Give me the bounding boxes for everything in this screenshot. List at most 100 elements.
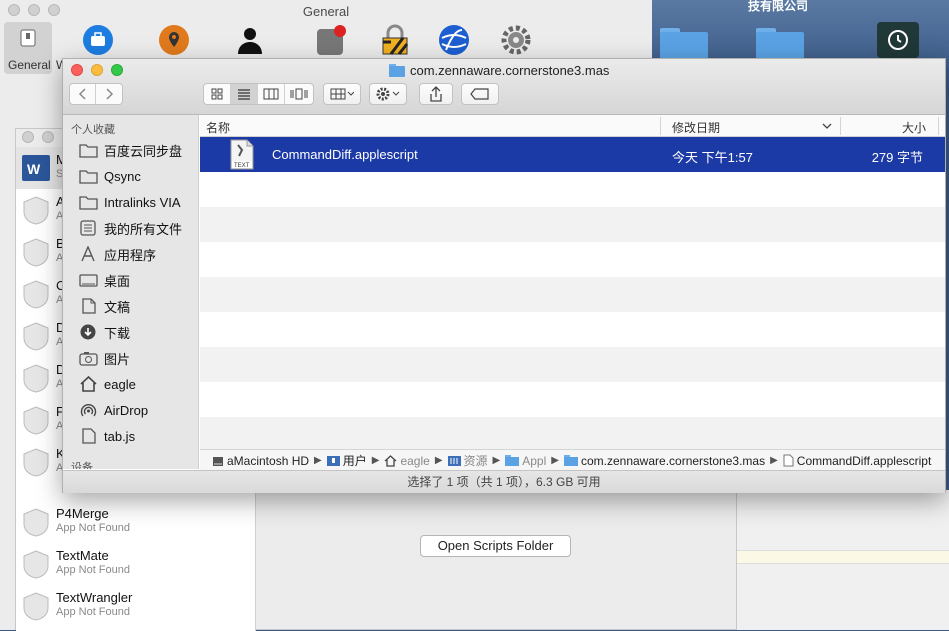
app-placeholder-icon xyxy=(22,279,50,312)
app-placeholder-icon xyxy=(22,591,50,624)
path-item-file[interactable]: CommandDiff.applescript xyxy=(783,454,931,468)
minimize-button[interactable] xyxy=(42,131,54,143)
toolbar-label-general: General xyxy=(8,58,51,72)
path-label: Appl xyxy=(522,453,547,468)
app-placeholder-icon xyxy=(22,447,50,480)
sidebar-item-airdrop[interactable]: AirDrop xyxy=(79,399,148,421)
close-button[interactable] xyxy=(71,64,83,76)
column-view-button[interactable] xyxy=(258,84,285,104)
sidebar-item-pictures[interactable]: 图片 xyxy=(79,347,130,369)
table-row-empty xyxy=(200,172,945,207)
account-icon[interactable] xyxy=(234,24,266,59)
table-row-empty xyxy=(200,207,945,242)
background-window xyxy=(736,490,949,630)
table-row-empty xyxy=(200,312,945,347)
path-item-home[interactable]: eagle xyxy=(384,453,430,468)
gear-icon xyxy=(376,87,400,101)
file-date: 今天 下午1:57 xyxy=(672,150,753,165)
folder-icon xyxy=(79,195,98,210)
app-name: P4Merge xyxy=(56,506,109,521)
tag-icon xyxy=(470,88,489,100)
text-document-icon xyxy=(783,454,794,467)
finder-window: com.zennaware.cornerstone3.mas 个人收藏 百度云同… xyxy=(62,58,946,493)
sidebar-item-baidu[interactable]: 百度云同步盘 xyxy=(79,139,182,161)
sidebar-item-desktop[interactable]: 桌面 xyxy=(79,269,130,291)
svg-text:W: W xyxy=(27,161,41,177)
close-button[interactable] xyxy=(22,131,34,143)
action-button[interactable] xyxy=(369,83,407,105)
path-label: 用户 xyxy=(342,454,367,468)
sidebar-section-favorites: 个人收藏 xyxy=(71,124,115,136)
share-icon xyxy=(430,86,442,102)
notifications-icon[interactable] xyxy=(316,24,350,61)
icon-view-button[interactable] xyxy=(204,84,231,104)
chevron-down-icon xyxy=(822,123,832,129)
tag-button[interactable] xyxy=(461,83,499,105)
home-icon xyxy=(385,454,397,467)
table-row[interactable]: TEXT CommandDiff.applescript 今天 下午1:57 2… xyxy=(200,137,945,172)
path-item-cornerstone[interactable]: com.zennaware.cornerstone3.mas xyxy=(563,453,766,468)
users-folder-icon xyxy=(326,456,340,466)
lock-icon[interactable] xyxy=(380,24,410,59)
sidebar-item-all-files[interactable]: 我的所有文件 xyxy=(79,217,182,239)
sidebar-item-downloads[interactable]: 下载 xyxy=(79,321,130,343)
sidebar-item-tab-js[interactable]: tab.js xyxy=(79,425,135,447)
list-item[interactable]: P4Merge App Not Found xyxy=(16,501,256,543)
desktop-folder-icon[interactable] xyxy=(660,28,708,62)
share-button[interactable] xyxy=(419,83,453,105)
all-files-icon xyxy=(80,220,96,236)
path-separator: ▶ xyxy=(371,455,380,466)
list-icon xyxy=(238,89,250,100)
sidebar-item-applications[interactable]: 应用程序 xyxy=(79,243,156,265)
back-button[interactable] xyxy=(70,84,97,104)
list-item[interactable]: TextMate App Not Found xyxy=(16,543,256,585)
sidebar-item-documents[interactable]: 文稿 xyxy=(79,295,130,317)
app-placeholder-icon xyxy=(22,363,50,396)
cover-flow-button[interactable] xyxy=(285,84,312,104)
applications-icon xyxy=(81,246,95,262)
path-item-disk[interactable]: aMacintosh HD xyxy=(212,454,309,468)
list-view-button[interactable] xyxy=(231,84,258,104)
path-label: aMacintosh HD xyxy=(227,453,310,468)
column-separator xyxy=(938,117,939,135)
network-icon[interactable] xyxy=(438,24,470,59)
column-header-name[interactable]: 名称 xyxy=(206,119,230,136)
column-header-date[interactable]: 修改日期 xyxy=(672,119,720,136)
sidebar-item-intralinks[interactable]: Intralinks VIA xyxy=(79,191,181,213)
sidebar-item-label: 文稿 xyxy=(104,299,131,315)
path-separator: ▶ xyxy=(492,455,501,466)
zoom-button[interactable] xyxy=(111,64,123,76)
path-label: eagle xyxy=(400,453,430,468)
forward-button[interactable] xyxy=(96,84,122,104)
time-machine-icon[interactable] xyxy=(877,22,919,58)
app-placeholder-icon xyxy=(22,405,50,438)
sidebar-item-qsync[interactable]: Qsync xyxy=(79,165,141,187)
table-row-empty xyxy=(200,242,945,277)
folder-icon xyxy=(79,169,98,184)
app-placeholder-icon xyxy=(22,321,50,354)
app-status: App Not Found xyxy=(56,564,130,576)
sidebar-section-devices: 设备 xyxy=(71,462,93,469)
open-scripts-folder-button[interactable]: Open Scripts Folder xyxy=(420,535,571,557)
list-item[interactable]: TextWrangler App Not Found xyxy=(16,585,256,627)
finder-toolbar: com.zennaware.cornerstone3.mas xyxy=(63,59,945,115)
location-icon[interactable] xyxy=(158,24,190,59)
path-item-application-support[interactable]: Appl xyxy=(505,454,546,468)
desktop-folder-icon[interactable] xyxy=(756,28,804,62)
file-list[interactable]: 名称 修改日期 大小 TEXT CommandDiff.applescript … xyxy=(200,115,945,469)
gear-icon[interactable] xyxy=(500,24,532,59)
path-item-users[interactable]: 用户 xyxy=(326,452,367,469)
word-icon: W xyxy=(22,153,50,186)
app-status: App Not Found xyxy=(56,606,130,618)
path-label: com.zennaware.cornerstone3.mas xyxy=(580,453,766,468)
sidebar-item-home[interactable]: eagle xyxy=(79,373,136,395)
path-item-library[interactable]: 资源 xyxy=(447,452,488,469)
column-header-size[interactable]: 大小 xyxy=(902,119,926,136)
documents-icon xyxy=(82,298,96,314)
sidebar-item-label: AirDrop xyxy=(104,402,149,418)
switch-icon xyxy=(18,28,38,51)
app-placeholder-icon xyxy=(22,549,50,582)
toolbox-icon[interactable] xyxy=(82,24,114,59)
minimize-button[interactable] xyxy=(91,64,103,76)
arrange-button[interactable] xyxy=(323,83,361,105)
